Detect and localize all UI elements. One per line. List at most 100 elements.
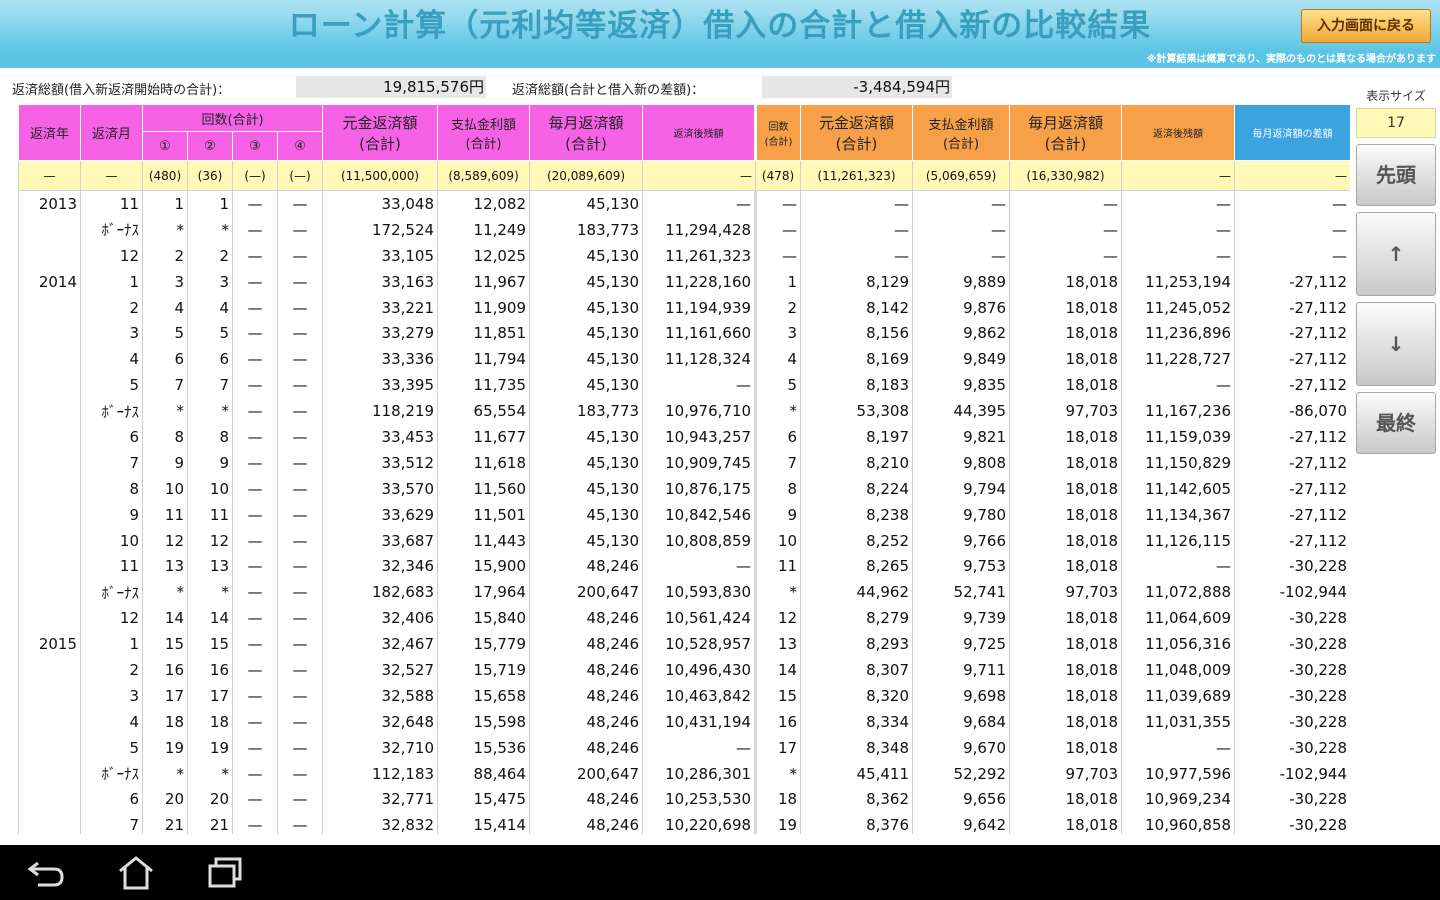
- cell-new-count: 13: [755, 631, 802, 658]
- cell-count-4: —: [276, 242, 324, 269]
- cell-count-1: 12: [142, 527, 188, 554]
- cell-monthly: 45,130: [529, 424, 644, 450]
- cell-new-balance: —: [1121, 734, 1236, 761]
- cell-count-4: —: [276, 268, 324, 295]
- cell-new-balance: 11,039,689: [1121, 682, 1236, 709]
- cell-interest: 15,414: [437, 812, 531, 834]
- cell-interest: 15,658: [437, 682, 531, 709]
- cell-new-interest: 9,849: [912, 346, 1011, 373]
- cell-count-3: —: [232, 631, 278, 658]
- cell-balance: 10,253,530: [642, 786, 758, 813]
- cell-interest: 11,909: [437, 294, 531, 321]
- cell-new-interest: 9,684: [912, 708, 1011, 735]
- total-repayment-value: 19,815,576円: [296, 76, 486, 98]
- cell-diff: -27,112: [1234, 424, 1350, 450]
- cell-count-4: —: [276, 449, 324, 476]
- cell-new-monthly: 18,018: [1009, 527, 1123, 554]
- total-repayment-label: 返済総額(借入新返済開始時の合計)：: [12, 83, 231, 98]
- cell-new-monthly: —: [1009, 216, 1123, 243]
- cell-count-2: 14: [187, 605, 233, 632]
- cell-month: 2: [80, 294, 143, 321]
- cell-monthly: 48,246: [529, 631, 644, 658]
- col-monthly: 毎月返済額 (合計): [529, 104, 644, 161]
- cell-new-balance: 11,159,039: [1121, 424, 1236, 450]
- cell-principal: 33,629: [322, 501, 439, 528]
- cell-new-count: 18: [755, 786, 802, 813]
- cell-balance: —: [642, 372, 758, 399]
- cell-balance: —: [642, 734, 758, 761]
- cell-new-monthly: 18,018: [1009, 372, 1123, 399]
- cell-month: 8: [80, 475, 143, 502]
- table-row: 3 17 17— —32,588 15,658 48,246 10,463,842 15 8,3…: [18, 682, 1350, 709]
- cell-count-2: 7: [187, 372, 233, 399]
- cell-year: [18, 294, 81, 321]
- cell-count-2: 21: [187, 812, 233, 834]
- cell-count-2: 4: [187, 294, 233, 321]
- cell-monthly: 183,773: [529, 398, 644, 425]
- cell-month: 3: [80, 320, 143, 347]
- cell-count-3: —: [232, 760, 278, 787]
- table-row: ﾎﾞｰﾅｽ * * — —118,219 65,554 183,773 10,976,710 *…: [18, 398, 1350, 425]
- cell-new-interest: (5,069,659): [912, 160, 1011, 191]
- cell-new-balance: 11,167,236: [1121, 398, 1236, 425]
- cell-count-1: 4: [142, 294, 188, 321]
- cell-diff: -30,228: [1234, 605, 1350, 632]
- cell-month: ﾎﾞｰﾅｽ: [80, 760, 143, 787]
- first-button[interactable]: 先頭: [1356, 144, 1436, 206]
- results-table-container[interactable]: 返済年 返済月 回数(合計) 元金返済額 (合計) 支払金利額 (合計) 毎月返…: [18, 104, 1350, 834]
- cell-count-4: —: [276, 760, 324, 787]
- down-button[interactable]: ↓: [1356, 302, 1436, 386]
- cell-year: [18, 501, 81, 528]
- cell-year: 2013: [18, 190, 81, 217]
- cell-new-principal: 8,156: [800, 320, 914, 347]
- cell-diff: —: [1234, 190, 1350, 217]
- cell-new-principal: 44,962: [800, 579, 914, 606]
- cell-new-interest: 52,741: [912, 579, 1011, 606]
- cell-count-4: —: [276, 372, 324, 399]
- back-icon[interactable]: [24, 855, 68, 891]
- cell-new-balance: 11,031,355: [1121, 708, 1236, 735]
- cell-count-2: 17: [187, 682, 233, 709]
- cell-new-balance: 11,056,316: [1121, 631, 1236, 658]
- cell-count-2: 9: [187, 449, 233, 476]
- cell-diff: —: [1234, 160, 1350, 191]
- cell-count-2: 5: [187, 320, 233, 347]
- cell-monthly: 45,130: [529, 527, 644, 554]
- cell-balance: 10,431,194: [642, 708, 758, 735]
- cell-interest: 11,501: [437, 501, 531, 528]
- cell-year: [18, 320, 81, 347]
- col-count-1: ①: [142, 131, 188, 161]
- cell-new-balance: 11,072,888: [1121, 579, 1236, 606]
- cell-principal: 33,221: [322, 294, 439, 321]
- display-size-field[interactable]: 17: [1356, 108, 1436, 138]
- last-button[interactable]: 最終: [1356, 392, 1436, 454]
- cell-count-2: 16: [187, 657, 233, 683]
- recent-apps-icon[interactable]: [204, 855, 248, 891]
- cell-count-1: 8: [142, 424, 188, 450]
- cell-count-2: 18: [187, 708, 233, 735]
- cell-count-4: —: [276, 424, 324, 450]
- cell-monthly: 48,246: [529, 605, 644, 632]
- cell-balance: 10,528,957: [642, 631, 758, 658]
- cell-count-3: —: [232, 527, 278, 554]
- back-to-input-button[interactable]: 入力画面に戻る: [1301, 9, 1431, 43]
- col-count-group: 回数(合計): [141, 104, 324, 132]
- cell-new-interest: 9,711: [912, 657, 1011, 683]
- cell-principal: 182,683: [322, 579, 439, 606]
- cell-principal: 33,048: [322, 190, 439, 217]
- cell-new-monthly: —: [1009, 242, 1123, 269]
- table-row: 4 18 18— —32,648 15,598 48,246 10,431,194 16 8,3…: [18, 708, 1350, 735]
- cell-count-4: —: [276, 708, 324, 735]
- cell-count-2: 3: [187, 268, 233, 295]
- up-button[interactable]: ↑: [1356, 212, 1436, 296]
- cell-new-interest: 9,725: [912, 631, 1011, 658]
- cell-monthly: 45,130: [529, 320, 644, 347]
- col-balance: 返済後残額: [642, 104, 758, 161]
- cell-count-1: 5: [142, 320, 188, 347]
- col-diff: 毎月返済額の差額: [1234, 104, 1350, 161]
- home-icon[interactable]: [114, 855, 158, 891]
- cell-count-2: 11: [187, 501, 233, 528]
- table-row: 3 5 5— —33,279 11,851 45,130 11,161,660 3 8,156 9…: [18, 320, 1350, 347]
- cell-interest: 11,735: [437, 372, 531, 399]
- cell-new-monthly: 18,018: [1009, 657, 1123, 683]
